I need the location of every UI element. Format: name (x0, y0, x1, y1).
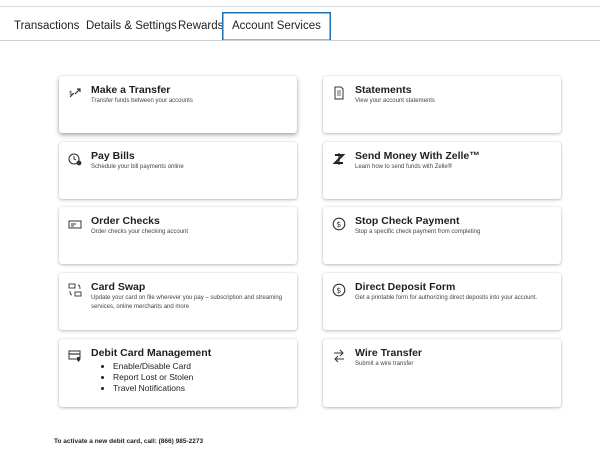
top-divider (0, 6, 600, 7)
bill-clock-icon (68, 152, 82, 166)
service-desc: Submit a wire transfer (355, 361, 414, 367)
svg-text:$: $ (336, 220, 341, 229)
wire-transfer-icon (332, 349, 346, 363)
service-desc: Order checks your checking account (91, 229, 189, 235)
service-title: Send Money With Zelle™ (355, 150, 480, 162)
service-card-stop-check[interactable]: $ Stop Check Payment Stop a specific che… (323, 207, 561, 264)
service-title: Wire Transfer (355, 347, 423, 359)
debit-card-options: Enable/Disable Card Report Lost or Stole… (101, 361, 193, 394)
service-title: Order Checks (91, 215, 160, 227)
option-report-lost-stolen[interactable]: Report Lost or Stolen (113, 372, 193, 383)
service-desc: Schedule your bill payments online (91, 164, 184, 170)
service-card-card-swap[interactable]: Card Swap Update your card on file where… (59, 273, 297, 330)
service-card-order-checks[interactable]: Order Checks Order checks your checking … (59, 207, 297, 264)
option-travel-notifications[interactable]: Travel Notifications (113, 383, 193, 394)
service-card-pay-bills[interactable]: Pay Bills Schedule your bill payments on… (59, 142, 297, 199)
tab-transactions[interactable]: Transactions (14, 12, 79, 40)
transfer-icon: $ (68, 86, 82, 100)
service-desc: Update your card on file wherever you pa… (91, 295, 283, 310)
tab-account-services[interactable]: Account Services (222, 12, 331, 41)
option-enable-disable-card[interactable]: Enable/Disable Card (113, 361, 193, 372)
tab-baseline (0, 40, 600, 41)
service-desc: Learn how to send funds with Zelle® (355, 164, 453, 170)
service-desc: View your account statements (355, 98, 435, 104)
service-card-zelle[interactable]: Send Money With Zelle™ Learn how to send… (323, 142, 561, 199)
tab-details-settings[interactable]: Details & Settings (86, 12, 177, 40)
service-card-direct-deposit[interactable]: $ Direct Deposit Form Get a printable fo… (323, 273, 561, 330)
service-title: Debit Card Management (91, 347, 212, 359)
service-title: Pay Bills (91, 150, 135, 162)
check-icon (68, 217, 82, 231)
activation-phone-note: To activate a new debit card, call: (866… (54, 438, 204, 445)
dollar-circle-icon: $ (332, 217, 346, 231)
service-card-statements[interactable]: Statements View your account statements (323, 76, 561, 133)
service-title: Card Swap (91, 281, 146, 293)
service-title: Statements (355, 84, 412, 96)
debit-card-shield-icon (68, 349, 82, 363)
service-desc: Transfer funds between your accounts (91, 98, 193, 104)
service-card-debit-card-management[interactable]: Debit Card Management Enable/Disable Car… (59, 339, 297, 407)
service-card-make-transfer[interactable]: $ Make a Transfer Transfer funds between… (59, 76, 297, 133)
zelle-icon (332, 152, 346, 166)
service-desc: Stop a specific check payment from compl… (355, 229, 481, 235)
service-title: Stop Check Payment (355, 215, 460, 227)
svg-text:$: $ (336, 286, 341, 295)
service-desc: Get a printable form for authorizing dir… (355, 295, 538, 301)
svg-text:$: $ (69, 90, 73, 97)
document-icon (332, 86, 346, 100)
service-card-wire-transfer[interactable]: Wire Transfer Submit a wire transfer (323, 339, 561, 407)
card-swap-icon (68, 283, 82, 297)
service-title: Direct Deposit Form (355, 281, 456, 293)
tab-bar: Transactions Details & Settings Rewards … (0, 12, 600, 41)
dollar-circle-icon: $ (332, 283, 346, 297)
tab-rewards[interactable]: Rewards (178, 12, 223, 40)
service-title: Make a Transfer (91, 84, 171, 96)
